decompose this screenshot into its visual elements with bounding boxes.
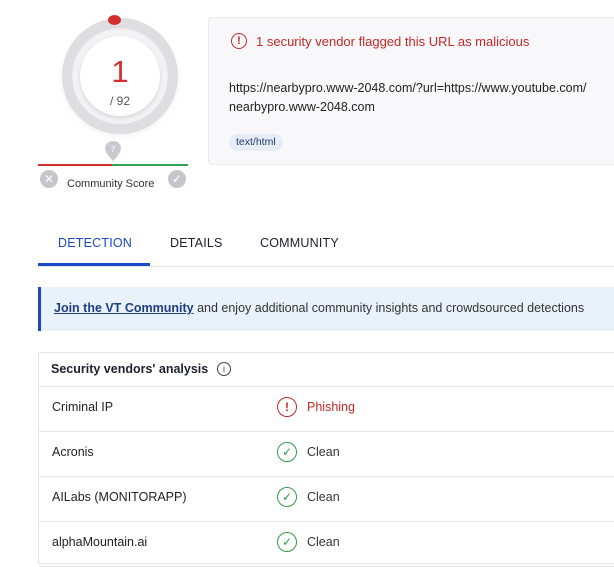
result-label: Phishing	[307, 400, 355, 414]
community-banner: Join the VT Community and enjoy addition…	[38, 287, 614, 331]
alert-text: 1 security vendor flagged this URL as ma…	[256, 33, 530, 49]
tab-detection[interactable]: DETECTION	[58, 232, 132, 266]
vote-harmless-icon[interactable]: ✓	[168, 170, 186, 188]
vendor-name: Acronis	[52, 445, 94, 459]
table-row: Acronis ✓ Clean	[39, 432, 614, 477]
engine-total: / 92	[109, 94, 130, 108]
community-score-bar	[38, 164, 188, 166]
vote-malicious-icon[interactable]: ✕	[40, 170, 58, 188]
content-type-tag[interactable]: text/html	[229, 134, 283, 151]
table-row: AILabs (MONITORAPP) ✓ Clean	[39, 477, 614, 522]
check-circle-icon: ✓	[277, 442, 297, 462]
result-label: Clean	[307, 535, 340, 549]
analysis-header: Security vendors' analysis i	[39, 353, 614, 387]
score-gauge: 1 / 92	[62, 18, 178, 134]
url-summary-card: ! 1 security vendor flagged this URL as …	[208, 17, 614, 165]
vendor-name: Criminal IP	[52, 400, 114, 414]
malicious-alert: ! 1 security vendor flagged this URL as …	[231, 33, 529, 49]
vendor-name: alphaMountain.ai	[52, 535, 148, 549]
exclamation-circle-icon: !	[277, 397, 297, 417]
tab-details[interactable]: DETAILS	[170, 232, 223, 266]
table-row: Criminal IP ! Phishing	[39, 387, 614, 432]
banner-message: Join the VT Community and enjoy addition…	[54, 301, 584, 315]
score-indicator-dot	[108, 15, 121, 25]
tab-community[interactable]: COMMUNITY	[260, 232, 339, 266]
join-community-link[interactable]: Join the VT Community	[54, 301, 194, 315]
vendor-result: ✓ Clean	[277, 532, 340, 552]
score-center: 1 / 92	[80, 36, 160, 116]
community-score-label: Community Score	[67, 178, 155, 190]
table-row: alphaMountain.ai ✓ Clean	[39, 522, 614, 567]
result-label: Clean	[307, 445, 340, 459]
check-circle-icon: ✓	[277, 487, 297, 507]
banner-text: and enjoy additional community insights …	[193, 301, 585, 315]
vendor-result: ! Phishing	[277, 397, 355, 417]
vendor-name: AILabs (MONITORAPP)	[52, 490, 187, 504]
active-tab-indicator	[38, 263, 150, 266]
vendor-result: ✓ Clean	[277, 487, 340, 507]
analysis-title: Security vendors' analysis	[51, 362, 209, 376]
svg-text:?: ?	[111, 145, 116, 155]
detection-score-widget: 1 / 92 ? ✕ Community Score ✓	[38, 0, 190, 200]
scanned-url: https://nearbypro.www-2048.com/?url=http…	[229, 81, 587, 95]
check-circle-icon: ✓	[277, 532, 297, 552]
scanned-host: nearbypro.www-2048.com	[229, 100, 375, 114]
exclamation-circle-icon: !	[231, 33, 247, 49]
vendor-result: ✓ Clean	[277, 442, 340, 462]
community-score-marker-icon: ?	[105, 141, 121, 161]
info-icon[interactable]: i	[217, 362, 231, 376]
result-label: Clean	[307, 490, 340, 504]
vendors-analysis-table: Security vendors' analysis i Criminal IP…	[38, 352, 614, 567]
detection-count: 1	[111, 54, 129, 89]
report-tabs: DETECTION DETAILS COMMUNITY	[38, 232, 614, 267]
